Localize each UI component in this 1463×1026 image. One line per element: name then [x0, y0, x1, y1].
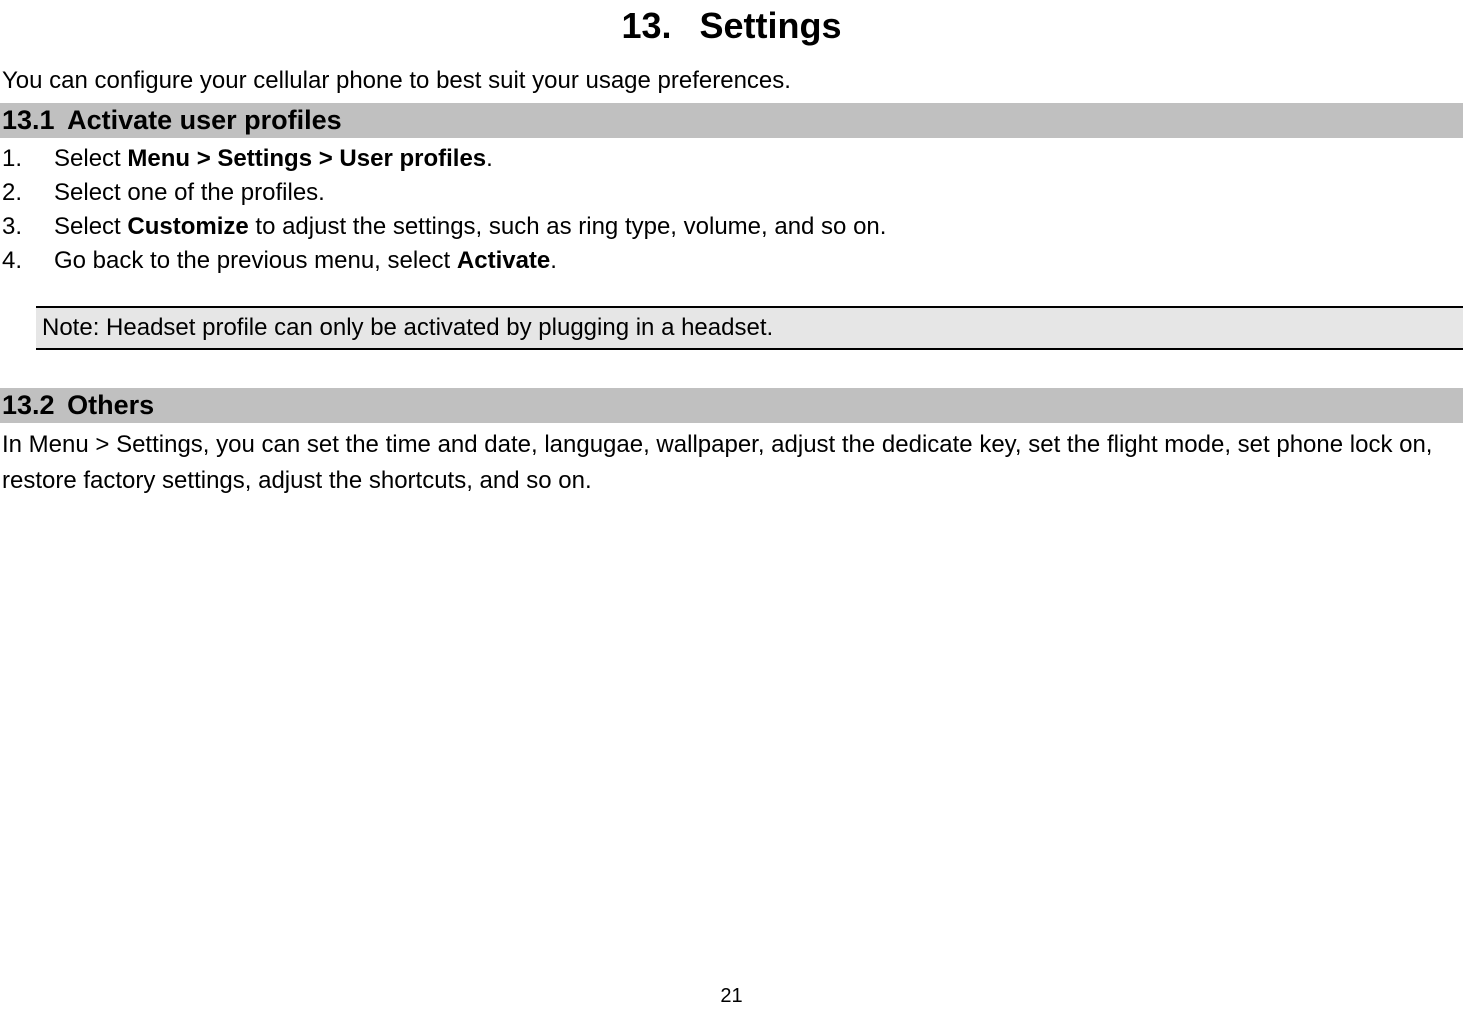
text-prefix: Select one of the profiles.	[54, 179, 325, 206]
section-number: 13.1	[2, 105, 55, 135]
page-title-text: Settings	[700, 5, 842, 46]
section-number: 13.2	[2, 390, 55, 420]
list-item: 1. Select Menu > Settings > User profile…	[0, 142, 1463, 176]
list-item-number: 2.	[2, 179, 54, 207]
section-paragraph-13-2: In Menu > Settings, you can set the time…	[0, 427, 1463, 499]
note-text: Headset profile can only be activated by…	[99, 314, 773, 341]
text-bold: Customize	[127, 213, 248, 240]
page-number: 21	[0, 985, 1463, 1008]
steps-list-13-1: 1. Select Menu > Settings > User profile…	[0, 142, 1463, 278]
list-item: 3. Select Customize to adjust the settin…	[0, 210, 1463, 244]
section-header-13-1: 13.1 Activate user profiles	[0, 103, 1463, 138]
list-item-text: Select Menu > Settings > User profiles.	[54, 145, 493, 173]
note-label: Note:	[42, 314, 99, 341]
spacer	[0, 378, 1463, 388]
list-item-number: 3.	[2, 213, 54, 241]
text-suffix: .	[486, 145, 493, 172]
section-title: Others	[67, 390, 154, 420]
section-header-13-2: 13.2 Others	[0, 388, 1463, 423]
text-suffix: to adjust the settings, such as ring typ…	[249, 213, 887, 240]
section-title: Activate user profiles	[67, 105, 342, 135]
list-item-text: Select Customize to adjust the settings,…	[54, 213, 886, 241]
note-box: Note: Headset profile can only be activa…	[36, 306, 1463, 350]
text-prefix: Go back to the previous menu, select	[54, 247, 457, 274]
list-item-text: Select one of the profiles.	[54, 179, 325, 207]
text-bold: Activate	[457, 247, 550, 274]
text-suffix: .	[550, 247, 557, 274]
list-item-text: Go back to the previous menu, select Act…	[54, 247, 557, 275]
intro-paragraph: You can configure your cellular phone to…	[0, 67, 1463, 95]
text-bold: Menu > Settings > User profiles	[127, 145, 486, 172]
list-item: 4. Go back to the previous menu, select …	[0, 244, 1463, 278]
page-title-number: 13.	[621, 5, 671, 46]
list-item: 2. Select one of the profiles.	[0, 176, 1463, 210]
list-item-number: 4.	[2, 247, 54, 275]
text-prefix: Select	[54, 213, 127, 240]
page-title: 13. Settings	[0, 5, 1463, 47]
list-item-number: 1.	[2, 145, 54, 173]
text-prefix: Select	[54, 145, 127, 172]
